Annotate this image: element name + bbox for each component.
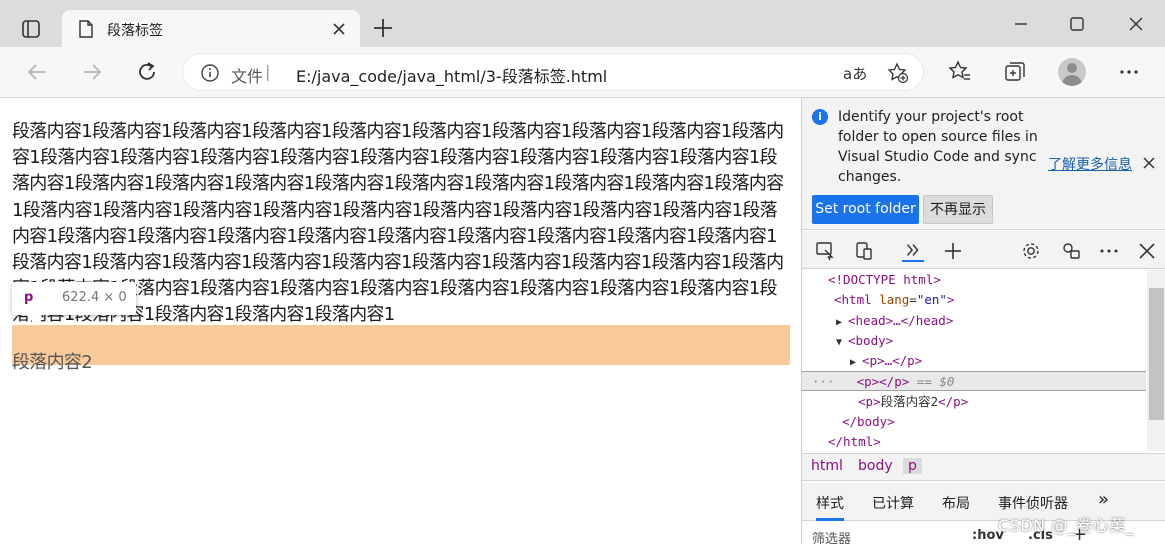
dom-doctype[interactable]: <!DOCTYPE html> (802, 270, 1146, 290)
dom-head[interactable]: ▶ <head>…</head> (802, 311, 1146, 331)
dom-tree: <!DOCTYPE html> <html lang="en"> ▶ <head>… (802, 270, 1146, 451)
maximize-icon[interactable] (1065, 12, 1089, 36)
tab-actions-icon (22, 20, 40, 38)
back-icon[interactable] (24, 59, 50, 85)
tab-active[interactable]: 段落标签 (62, 10, 360, 47)
refresh-icon[interactable] (134, 59, 160, 85)
more-options-icon[interactable] (1116, 59, 1142, 85)
devtools-infobar: i Identify your project's root folder to… (802, 98, 1165, 230)
tab-strip: 段落标签 (0, 0, 1165, 47)
filter-input[interactable]: 筛选器 (812, 528, 851, 544)
dont-show-again-button[interactable]: 不再显示 (923, 195, 993, 224)
watermark: CSDN @_卷心菜_ (998, 516, 1135, 535)
add-favorite-icon[interactable] (887, 62, 909, 84)
dom-p-2[interactable]: <p>段落内容2</p> (802, 392, 1146, 412)
more-tabs-icon[interactable]: » (1098, 489, 1109, 510)
read-aloud-icon[interactable]: aあ (843, 63, 867, 84)
dom-html[interactable]: <html lang="en"> (802, 290, 1146, 310)
customize-icon[interactable] (1060, 240, 1082, 262)
inspect-tooltip: p 622.4 × 0 (12, 282, 136, 323)
inspect-element-icon[interactable] (814, 240, 836, 262)
tab-layout[interactable]: 布局 (942, 493, 970, 513)
breadcrumb-p[interactable]: p (903, 458, 922, 474)
close-infobar-icon[interactable] (1142, 156, 1156, 170)
scheme-label: 文件 (231, 67, 264, 86)
scrollbar-thumb[interactable] (1149, 288, 1164, 420)
favorites-icon[interactable] (947, 59, 973, 85)
tooltip-tag: p (24, 290, 34, 305)
dom-body-close[interactable]: </body> (802, 412, 1146, 432)
breadcrumb-html[interactable]: html (811, 458, 843, 474)
devtools-toolbar (802, 231, 1165, 269)
paragraph-2: 段落内容2 (12, 352, 93, 373)
tab-computed[interactable]: 已计算 (872, 493, 914, 513)
settings-gear-icon[interactable] (1020, 240, 1042, 262)
breadcrumb-body[interactable]: body (858, 458, 893, 474)
minimize-icon[interactable] (1009, 12, 1033, 36)
devtools-more-icon[interactable] (1098, 240, 1120, 262)
tooltip-size: 622.4 × 0 (62, 290, 127, 305)
address-toolbar: 文件 | E:/java_code/java_html/3-段落标签.html … (0, 47, 1165, 98)
close-tab-icon[interactable] (330, 20, 348, 38)
file-icon (79, 20, 93, 38)
tab-title: 段落标签 (107, 23, 163, 39)
info-icon[interactable] (200, 63, 220, 83)
address-bar[interactable]: 文件 | E:/java_code/java_html/3-段落标签.html … (182, 53, 924, 91)
page-viewport: 段落内容1段落内容1段落内容1段落内容1段落内容1段落内容1段落内容1段落内容1… (0, 98, 801, 544)
address-separator: | (265, 62, 271, 81)
infobar-text: Identify your project's root folder to o… (838, 109, 1038, 185)
collections-icon[interactable] (1002, 59, 1028, 85)
close-window-icon[interactable] (1124, 12, 1148, 36)
dom-body[interactable]: ▼ <body> (802, 331, 1146, 351)
dom-html-close[interactable]: </html> (802, 432, 1146, 452)
new-tab-icon[interactable] (370, 15, 396, 41)
info-badge-icon: i (812, 109, 828, 125)
learn-more-link[interactable]: 了解更多信息 (1048, 154, 1132, 174)
dom-scrollbar[interactable] (1147, 270, 1165, 451)
forward-icon[interactable] (79, 59, 105, 85)
dom-p-1[interactable]: ▶ <p>…</p> (802, 351, 1146, 371)
close-devtools-icon[interactable] (1136, 240, 1158, 262)
elements-tab-icon[interactable] (902, 240, 924, 262)
add-tool-icon[interactable] (942, 240, 964, 262)
set-root-folder-button[interactable]: Set root folder (812, 195, 919, 224)
devtools-panel: i Identify your project's root folder to… (801, 98, 1165, 544)
profile-avatar[interactable] (1058, 58, 1086, 86)
breadcrumb: html body p (802, 453, 1165, 481)
dom-p-selected[interactable]: ··· <p></p> == $0 (802, 371, 1146, 391)
url-text[interactable]: E:/java_code/java_html/3-段落标签.html (296, 63, 607, 87)
tab-styles[interactable]: 样式 (816, 493, 844, 521)
tab-event-listeners[interactable]: 事件侦听器 (998, 493, 1068, 513)
device-emulation-icon[interactable] (853, 240, 875, 262)
element-highlight (12, 325, 790, 365)
tab-actions-button[interactable] (14, 14, 50, 44)
